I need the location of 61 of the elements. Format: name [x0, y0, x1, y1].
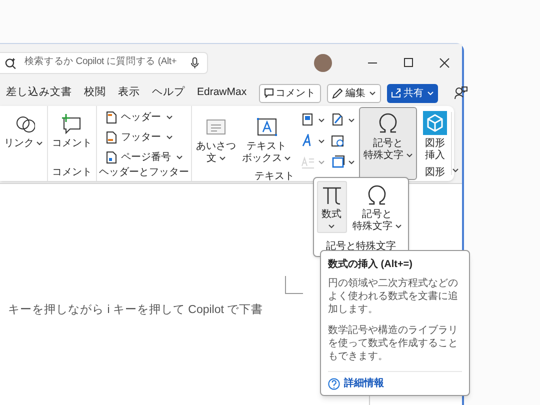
group-label: 図形 — [425, 166, 445, 180]
ribbon-button[interactable]: フッター — [105, 129, 173, 146]
add-comment-icon — [61, 113, 83, 135]
person-chat-icon — [454, 86, 468, 100]
group-label: コメント — [52, 166, 92, 180]
chevron-down-icon — [368, 90, 376, 96]
ribbon-icon-button[interactable] — [301, 112, 325, 128]
search-sparkle-icon — [5, 56, 16, 68]
ribbon-button[interactable]: 記号と 特殊文字 — [348, 181, 406, 237]
ribbon-tab[interactable]: 表示 — [118, 85, 140, 101]
ribbon-button[interactable]: ヘッダー — [105, 109, 173, 126]
ribbon-button[interactable]: あいさつ 文 — [194, 112, 238, 165]
ribbon-tab[interactable]: ヘルプ — [152, 85, 185, 101]
ribbon-tab[interactable]: 校閲 — [84, 85, 106, 101]
avatar[interactable] — [314, 54, 332, 72]
omega-icon — [377, 111, 399, 135]
tooltip-text: 数学記号や構造のライブラリを使って数式を作成することもできます。 — [328, 324, 459, 363]
tooltip-text: 円の領域や二次方程式などのよく使われる数式を文書に追加します。 — [328, 277, 459, 316]
ribbon-tab[interactable]: EdrawMax — [197, 85, 247, 101]
ribbon-icon-button[interactable] — [331, 154, 355, 170]
ribbon-button[interactable]: 図形 挿入 — [421, 109, 449, 162]
edit-button[interactable]: 編集 — [326, 84, 381, 102]
share-button[interactable]: 共有 — [386, 84, 438, 102]
body-text: キーを押しながら i キーを押して Copilot で下書 — [7, 302, 264, 318]
group-label: テキスト — [254, 170, 294, 183]
chevron-down-icon — [452, 168, 459, 173]
ribbon-icon-button[interactable] — [331, 112, 355, 128]
signature-line-icon — [331, 113, 345, 127]
collapse-ribbon-button[interactable] — [452, 168, 459, 173]
ribbon-button[interactable]: ページ番号 — [105, 149, 183, 166]
pencil-icon — [332, 88, 343, 98]
search-field[interactable]: 検索するか Copilot に質問する (Alt+ — [0, 52, 208, 74]
share-icon — [390, 88, 401, 98]
microphone-icon — [191, 56, 199, 68]
ribbon-button[interactable]: 記号と 特殊文字 — [359, 107, 417, 180]
close-icon — [438, 58, 450, 68]
ribbon-button[interactable]: 数式 — [316, 181, 346, 233]
document-parts-icon — [301, 113, 315, 127]
group-label: ヘッダーとフッター — [99, 166, 189, 180]
cube-icon — [423, 111, 447, 135]
copilot-button[interactable] — [454, 86, 468, 100]
speech-bubble-icon — [264, 88, 274, 98]
page-number-icon — [105, 151, 118, 164]
ribbon-button[interactable]: テキスト ボックス — [240, 112, 293, 165]
tooltip-title: 数式の挿入 (Alt+=) — [328, 258, 414, 272]
drop-cap-icon — [301, 155, 315, 169]
object-icon — [331, 155, 345, 169]
text-box-icon — [256, 116, 278, 138]
calendar-icon — [331, 134, 345, 148]
page-footer-icon — [105, 131, 118, 144]
more-info-link[interactable]: 詳細情報 — [328, 371, 462, 391]
page-header-icon — [105, 111, 118, 124]
omega-icon — [366, 183, 388, 207]
ribbon-button[interactable]: コメント — [50, 109, 94, 150]
maximize-icon — [402, 58, 414, 68]
margin-corner-mark — [285, 276, 303, 294]
comment-button[interactable]: コメント — [258, 84, 321, 102]
chevron-down-icon — [426, 90, 434, 96]
ribbon-tab[interactable]: 差し込み文書 — [6, 85, 72, 101]
help-icon — [328, 378, 340, 390]
ribbon-button[interactable]: リンク — [2, 109, 45, 150]
